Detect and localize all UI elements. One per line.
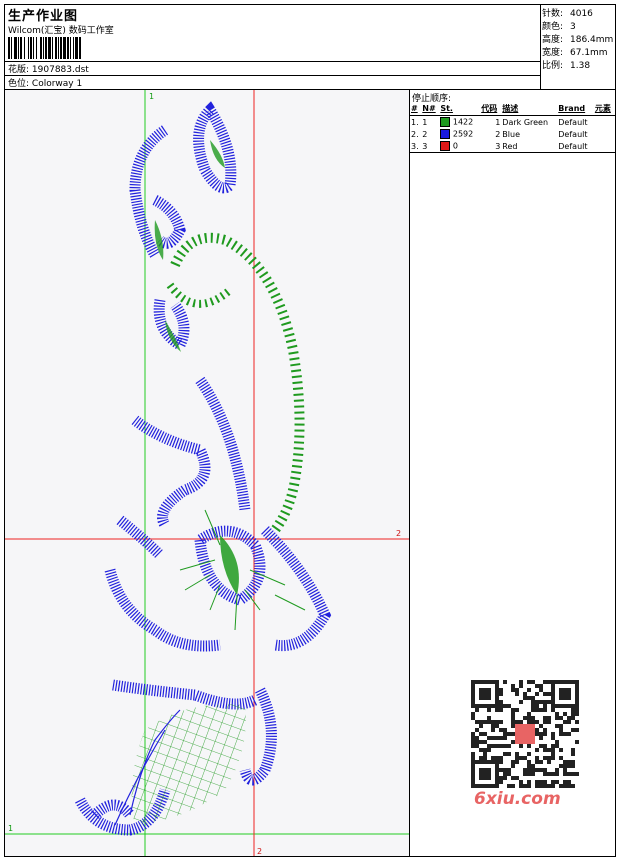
row-brand: Default	[557, 140, 594, 153]
stitch-curl	[166, 282, 233, 308]
row-index: 1.	[411, 117, 419, 127]
stat-stitches: 针数: 4016	[542, 9, 593, 19]
guide-label-v-red: 2	[257, 847, 262, 856]
divider	[5, 75, 541, 76]
company-name: Wilcom(汇宝) 数码工作室	[8, 26, 114, 36]
row-stitches: 0	[439, 140, 481, 153]
row-index: 2.	[411, 129, 419, 139]
row-brand: Default	[558, 117, 588, 127]
row-desc: Dark Green	[502, 117, 549, 127]
table-header-row: # N# St. 代码 描述 Brand 元素	[410, 102, 615, 116]
qr-code	[471, 680, 579, 788]
col-stitches: St.	[439, 102, 481, 116]
stitch-count: 2592	[452, 129, 474, 139]
stat-height: 高度: 186.4mm	[542, 35, 614, 45]
guide-label-h-red: 2	[396, 529, 401, 538]
stitch-stem	[170, 232, 305, 533]
row-stitches: 2592	[439, 128, 480, 140]
table-row: 3. 3 0 3 Red Default	[410, 140, 615, 153]
color-swatch	[440, 141, 451, 151]
guide-label-v-green: 1	[149, 92, 154, 101]
color-row: 色位: Colorway 1	[8, 76, 82, 89]
header-left: 生产作业图 Wilcom(汇宝) 数码工作室 花版: 1907883.dst 色…	[5, 5, 541, 89]
row-element	[594, 128, 615, 140]
col-code: 代码	[480, 102, 502, 116]
stitch-green-spikes	[179, 509, 306, 631]
header: 生产作业图 Wilcom(汇宝) 数码工作室 花版: 1907883.dst 色…	[5, 5, 615, 90]
table-row: 2. 2 2592 2 Blue Default	[410, 128, 615, 140]
row-n: 2	[422, 129, 428, 139]
row-n: 1	[422, 117, 428, 127]
stat-width: 宽度: 67.1mm	[542, 48, 608, 58]
guide-label-h-green: 1	[8, 824, 13, 833]
color-swatch	[440, 117, 451, 127]
stats-box: 针数: 4016 颜色: 3 高度: 186.4mm 宽度: 67.1mm 比例: 1.3…	[541, 5, 615, 89]
col-desc: 描述	[501, 102, 558, 116]
row-element	[593, 140, 615, 153]
row-index: 3.	[410, 140, 422, 153]
row-desc: Blue	[502, 129, 520, 139]
row-brand: Default	[558, 129, 588, 139]
stat-colors: 颜色: 3	[542, 22, 576, 32]
col-index: #	[410, 102, 422, 116]
stat-scale: 比例: 1.38	[542, 61, 591, 71]
col-element: 元素	[593, 102, 615, 116]
stitch-green-hatch	[131, 704, 246, 825]
pattern-label: 花版:	[8, 65, 30, 75]
color-value: Colorway 1	[31, 79, 83, 89]
row-code: 2	[495, 129, 501, 139]
stitch-count: 0	[452, 141, 458, 151]
row-n: 3	[421, 140, 440, 153]
row-code: 3	[480, 140, 502, 153]
stitch-count: 1422	[452, 117, 474, 127]
stop-sequence-table: # N# St. 代码 描述 Brand 元素 1. 1 1422 1 Dark Gr…	[410, 102, 615, 153]
col-brand: Brand	[557, 102, 594, 116]
pattern-value: 1907883.dst	[31, 65, 89, 75]
row-code: 1	[495, 117, 501, 127]
color-label: 色位:	[8, 79, 30, 89]
color-swatch	[440, 129, 451, 139]
row-desc: Red	[501, 140, 558, 153]
pattern-row: 花版: 1907883.dst	[8, 62, 89, 75]
table-row: 1. 1 1422 1 Dark Green Default	[410, 116, 615, 129]
watermark-site: 6xiu.com	[474, 789, 561, 809]
barcode	[8, 37, 143, 59]
row-stitches: 1422	[439, 116, 480, 129]
page-title: 生产作业图	[8, 9, 79, 24]
design-canvas: 1 1 2 2	[5, 90, 410, 856]
row-element	[594, 116, 615, 129]
embroidery-design: 1 1 2 2	[5, 90, 409, 856]
col-n: N#	[421, 102, 440, 116]
